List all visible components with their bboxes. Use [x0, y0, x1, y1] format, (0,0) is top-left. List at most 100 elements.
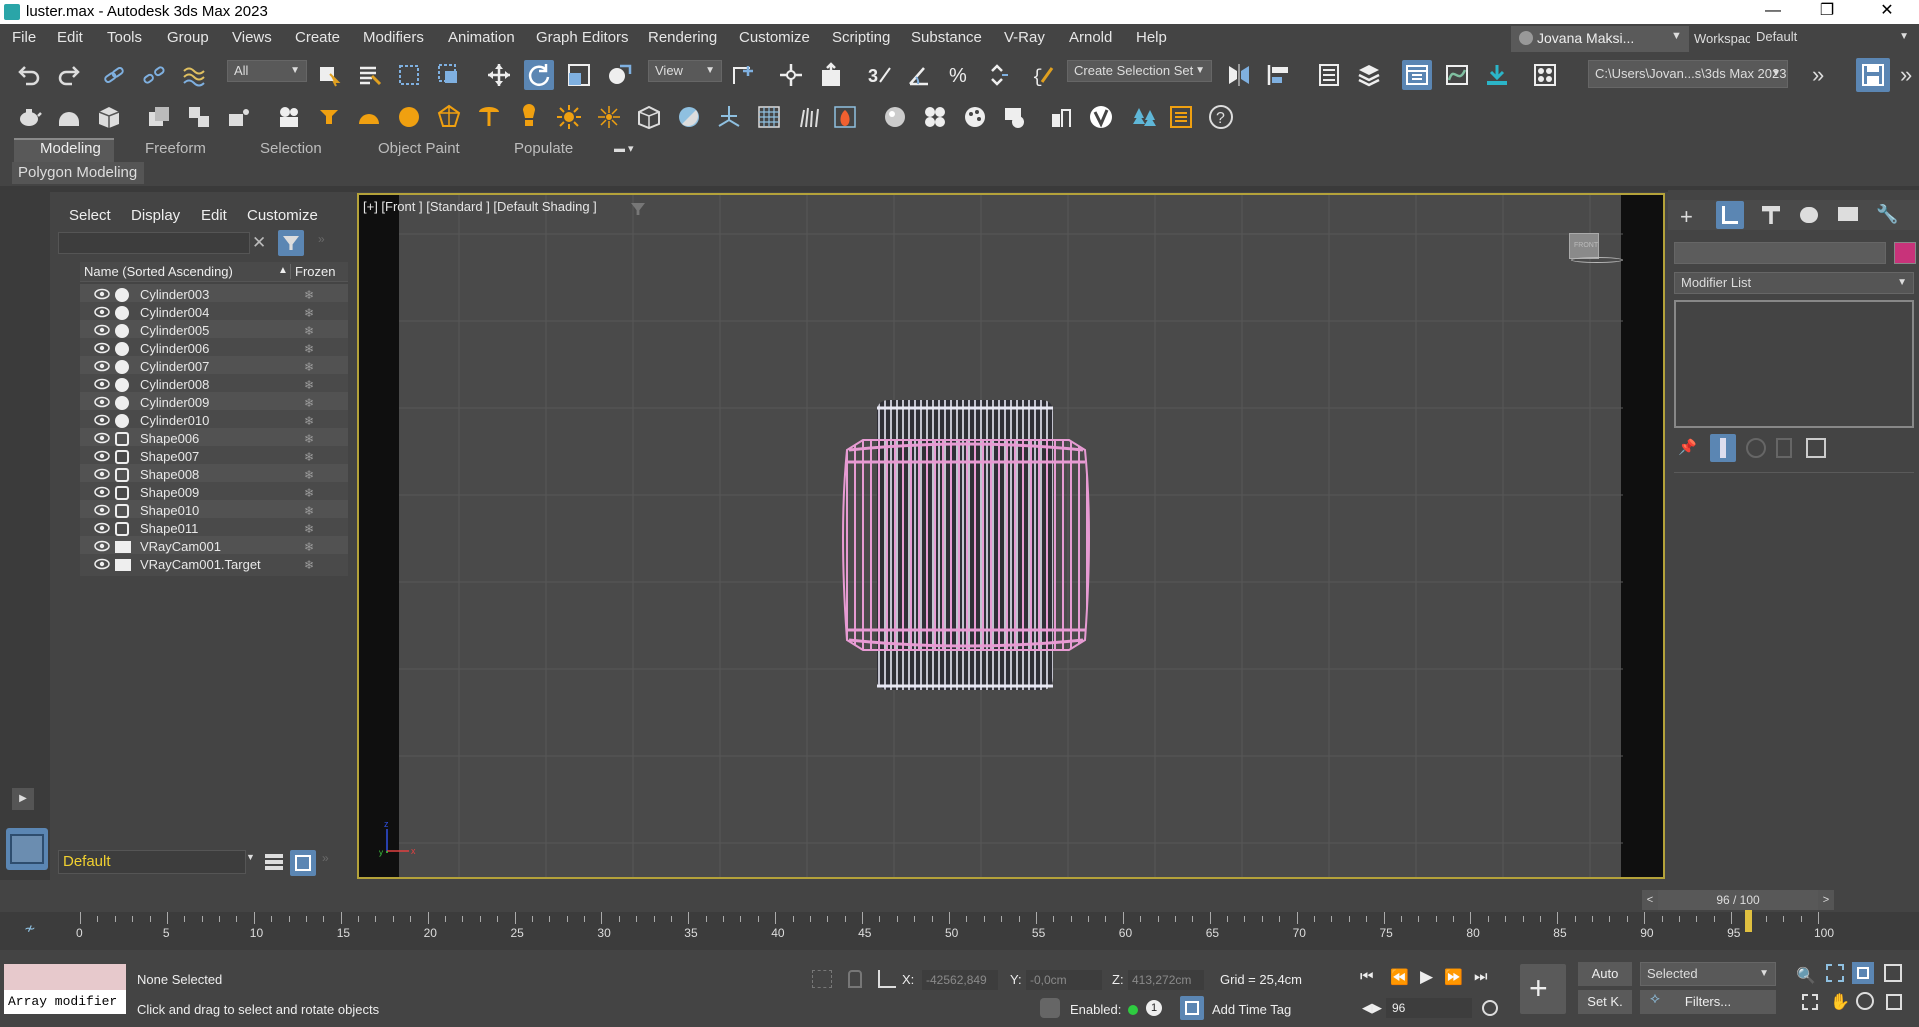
menu-scripting[interactable]: Scripting: [832, 29, 890, 46]
curve-editor-mini-icon[interactable]: ≁: [24, 920, 36, 937]
menu-modifiers[interactable]: Modifiers: [363, 29, 424, 46]
minimize-icon[interactable]: —: [1750, 0, 1796, 24]
z-coordinate-field[interactable]: 413,272cm: [1128, 970, 1204, 990]
explorer-menu-select[interactable]: Select: [69, 207, 111, 224]
save-icon[interactable]: [1856, 58, 1890, 92]
zoom-icon[interactable]: 🔍: [1796, 966, 1816, 986]
auto-key-button[interactable]: Auto: [1578, 962, 1632, 986]
visibility-eye-icon[interactable]: [94, 522, 110, 534]
mini-listener-pink[interactable]: [4, 964, 126, 990]
add-time-tag-label[interactable]: Add Time Tag: [1212, 1002, 1291, 1017]
viewport-layout-button[interactable]: [6, 828, 48, 870]
viewport-front[interactable]: [+] [Front ] [Standard ] [Default Shadin…: [357, 193, 1665, 879]
menu-customize[interactable]: Customize: [739, 29, 810, 46]
key-mode-toggle-icon[interactable]: ◀▶: [1362, 1000, 1382, 1016]
zoom-extents-button[interactable]: [1852, 962, 1874, 984]
display-tab-icon[interactable]: [1838, 207, 1858, 221]
time-config-icon[interactable]: [1482, 1000, 1498, 1016]
hierarchy-tab-icon[interactable]: [1762, 206, 1780, 224]
field-of-view-icon[interactable]: [1802, 994, 1818, 1010]
menu-file[interactable]: File: [12, 29, 36, 46]
freeze-snowflake-icon[interactable]: ❄: [304, 288, 318, 302]
explorer-menu-customize[interactable]: Customize: [247, 207, 318, 224]
scale-icon[interactable]: [564, 60, 594, 90]
menu-tools[interactable]: Tools: [107, 29, 142, 46]
mirror-icon[interactable]: [1224, 60, 1254, 90]
layer-dropdown[interactable]: Default: [58, 850, 246, 874]
schematic-view-icon[interactable]: [1482, 60, 1512, 90]
freeze-snowflake-icon[interactable]: ❄: [304, 360, 318, 374]
visibility-eye-icon[interactable]: [94, 342, 110, 354]
vray-proxy-icon[interactable]: [634, 102, 664, 132]
absolute-mode-icon[interactable]: [878, 970, 896, 988]
polygon-modeling-panel[interactable]: Polygon Modeling: [12, 162, 144, 184]
menu-edit[interactable]: Edit: [57, 29, 83, 46]
select-by-name-icon[interactable]: [354, 60, 384, 90]
maximize-viewport-icon[interactable]: [1886, 994, 1902, 1010]
current-frame-marker[interactable]: [1745, 910, 1753, 932]
go-to-start-icon[interactable]: ⏮: [1360, 968, 1374, 985]
freeze-snowflake-icon[interactable]: ❄: [304, 378, 318, 392]
modifier-stack[interactable]: [1674, 300, 1914, 428]
pin-stack-icon[interactable]: 📌: [1678, 438, 1697, 456]
zoom-extents-all-icon[interactable]: [1884, 964, 1902, 982]
lamp-model[interactable]: [829, 400, 1129, 690]
freeze-snowflake-icon[interactable]: ❄: [304, 432, 318, 446]
zoom-all-icon[interactable]: [1826, 964, 1844, 982]
visibility-eye-icon[interactable]: [94, 450, 110, 462]
curve-editor-icon[interactable]: [1442, 60, 1472, 90]
adaptive-degradation-icon[interactable]: [1040, 998, 1060, 1018]
tab-populate[interactable]: Populate: [514, 140, 573, 157]
ribbon-toggle-icon[interactable]: [1402, 60, 1432, 90]
explorer-search-input[interactable]: [58, 232, 250, 254]
link-icon[interactable]: [99, 60, 129, 90]
unlink-icon[interactable]: [139, 60, 169, 90]
menu-create[interactable]: Create: [295, 29, 340, 46]
freeze-snowflake-icon[interactable]: ❄: [304, 450, 318, 464]
visibility-eye-icon[interactable]: [94, 288, 110, 300]
ribbon-options-icon[interactable]: ▬ ▾: [614, 142, 646, 158]
project-folder-dropdown[interactable]: C:\Users\Jovan...s\3ds Max 2023 ▼: [1588, 60, 1788, 88]
visibility-eye-icon[interactable]: [94, 396, 110, 408]
menu-help[interactable]: Help: [1136, 29, 1167, 46]
ambient-light-icon[interactable]: [514, 102, 544, 132]
collapse-icon[interactable]: »: [322, 851, 329, 865]
column-frozen-header[interactable]: Frozen: [290, 264, 335, 279]
keyboard-shortcut-override-icon[interactable]: [816, 60, 846, 90]
help-icon[interactable]: ?: [1206, 102, 1236, 132]
visibility-eye-icon[interactable]: [94, 540, 110, 552]
modifier-list-dropdown[interactable]: Modifier List ▼: [1674, 272, 1914, 294]
freeze-snowflake-icon[interactable]: ❄: [304, 540, 318, 554]
configure-modifier-sets-icon[interactable]: [1806, 438, 1826, 458]
percent-snap-icon[interactable]: %: [944, 60, 974, 90]
clear-search-icon[interactable]: ✕: [252, 233, 266, 253]
vray-plane-icon[interactable]: [714, 102, 744, 132]
named-selection-dropdown[interactable]: Create Selection Set ▼: [1067, 60, 1212, 82]
key-filter-dropdown[interactable]: Selected ▼: [1640, 962, 1776, 986]
viewcube[interactable]: FRONT: [1569, 233, 1599, 259]
tab-freeform[interactable]: Freeform: [145, 140, 206, 157]
explorer-row[interactable]: VRayCam001.Target ❄: [80, 554, 348, 576]
vray-vfb-icon[interactable]: [1046, 102, 1076, 132]
sphere-light-icon[interactable]: [394, 102, 424, 132]
current-frame-spinner[interactable]: 96: [1386, 998, 1472, 1018]
window-crossing-icon[interactable]: [434, 60, 464, 90]
angle-snap-icon[interactable]: [904, 60, 934, 90]
track-bar[interactable]: 0 5 10 15 20 25 30 35 40 45 50 55 60 65 70 75 80 85 90 95 10…: [70, 910, 1850, 952]
rectangular-selection-icon[interactable]: [394, 60, 424, 90]
set-key-mode-button[interactable]: Set K.: [1578, 990, 1632, 1014]
freeze-snowflake-icon[interactable]: ❄: [304, 468, 318, 482]
align-icon[interactable]: [1264, 60, 1294, 90]
collapse-icon[interactable]: »: [318, 232, 325, 246]
workspace-dropdown[interactable]: Default ▼: [1750, 27, 1915, 49]
freeze-snowflake-icon[interactable]: ❄: [304, 558, 318, 572]
freeze-snowflake-icon[interactable]: ❄: [304, 342, 318, 356]
spinner-snap-icon[interactable]: [984, 60, 1014, 90]
object-color-swatch[interactable]: [1894, 242, 1916, 264]
shapes-icon[interactable]: [144, 102, 174, 132]
toolbar-overflow-icon[interactable]: »: [1812, 62, 1824, 88]
select-manipulate-icon[interactable]: [776, 60, 806, 90]
isolate-selection-icon[interactable]: [812, 970, 832, 988]
visibility-eye-icon[interactable]: [94, 468, 110, 480]
layer-explorer-icon[interactable]: [262, 850, 286, 874]
